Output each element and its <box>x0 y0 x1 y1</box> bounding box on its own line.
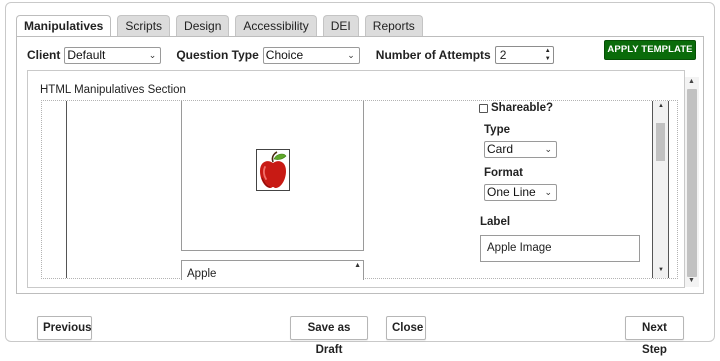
tab-panel-manipulatives: Client Default ⌄ Question Type Choice ⌄ … <box>16 36 704 294</box>
question-type-select[interactable]: Choice ⌄ <box>262 46 360 64</box>
scroll-up-icon[interactable]: ▲ <box>688 78 695 85</box>
section-scrollbar[interactable]: ▲ ▼ <box>685 77 699 287</box>
tab-bar: Manipulatives Scripts Design Accessibili… <box>16 15 423 37</box>
tab-dei[interactable]: DEI <box>322 15 359 37</box>
attempts-value: 2 <box>499 48 507 62</box>
properties-panel: Shareable? Type Card ⌄ Format One Line ⌄… <box>478 101 658 278</box>
item-label-textarea[interactable]: Apple ▲ <box>181 260 364 280</box>
type-select-value: Card <box>487 142 514 156</box>
label-input[interactable]: Apple Image <box>480 235 640 262</box>
chevron-down-icon: ⌄ <box>544 187 552 197</box>
apple-icon <box>260 151 287 188</box>
item-label-text: Apple <box>187 268 217 280</box>
manipulatives-section: HTML Manipulatives Section Apple ▲ Share… <box>27 70 685 288</box>
client-select[interactable]: Default ⌄ <box>64 46 162 64</box>
image-preview[interactable] <box>181 101 364 251</box>
editor-scrollbar[interactable]: ▲ ▼ <box>652 101 669 278</box>
settings-row: Client Default ⌄ Question Type Choice ⌄ … <box>27 45 554 65</box>
scroll-down-icon[interactable]: ▼ <box>658 267 664 273</box>
next-step-button[interactable]: Next Step <box>625 316 684 356</box>
spinner-arrows-icon[interactable]: ▲ ▼ <box>545 47 551 63</box>
type-select[interactable]: Card ⌄ <box>484 141 557 158</box>
tab-reports[interactable]: Reports <box>364 15 423 37</box>
scroll-up-icon[interactable]: ▲ <box>354 262 361 270</box>
apply-template-button[interactable]: APPLY TEMPLATE <box>604 40 696 60</box>
client-select-value: Default <box>67 47 106 62</box>
save-as-draft-button[interactable]: Save as Draft <box>290 316 368 356</box>
shareable-label: Shareable? <box>491 102 553 114</box>
format-select[interactable]: One Line ⌄ <box>484 184 557 201</box>
section-scroll-thumb[interactable] <box>687 89 697 277</box>
client-label: Client <box>27 48 61 62</box>
tab-scripts[interactable]: Scripts <box>117 15 171 37</box>
chevron-down-icon: ⌄ <box>148 49 157 60</box>
question-type-label: Question Type <box>176 48 259 62</box>
chevron-down-icon: ⌄ <box>347 49 355 60</box>
apple-image[interactable] <box>256 149 290 191</box>
scroll-up-icon[interactable]: ▲ <box>658 103 664 109</box>
divider <box>66 101 67 278</box>
checkbox-icon[interactable] <box>479 103 488 113</box>
label-input-value: Apple Image <box>487 242 552 254</box>
type-label: Type <box>484 124 510 136</box>
attempts-label: Number of Attempts <box>375 48 491 62</box>
section-title: HTML Manipulatives Section <box>40 84 186 96</box>
format-select-value: One Line <box>487 185 536 199</box>
close-button[interactable]: Close <box>386 316 426 340</box>
question-type-select-value: Choice <box>265 47 304 62</box>
tab-manipulatives[interactable]: Manipulatives <box>16 15 112 37</box>
manipulative-editor: Apple ▲ Shareable? Type Card ⌄ Format On… <box>41 100 678 280</box>
format-label: Format <box>484 167 523 179</box>
label-heading: Label <box>480 216 511 228</box>
attempts-stepper[interactable]: 2 ▲ ▼ <box>494 46 554 64</box>
chevron-down-icon: ⌄ <box>544 144 552 154</box>
tab-design[interactable]: Design <box>176 15 230 37</box>
tab-accessibility[interactable]: Accessibility <box>235 15 317 37</box>
scroll-down-icon[interactable]: ▼ <box>688 277 695 284</box>
shareable-option[interactable]: Shareable? <box>479 102 553 114</box>
editor-scroll-thumb[interactable] <box>656 123 665 161</box>
previous-button[interactable]: Previous <box>37 316 92 340</box>
